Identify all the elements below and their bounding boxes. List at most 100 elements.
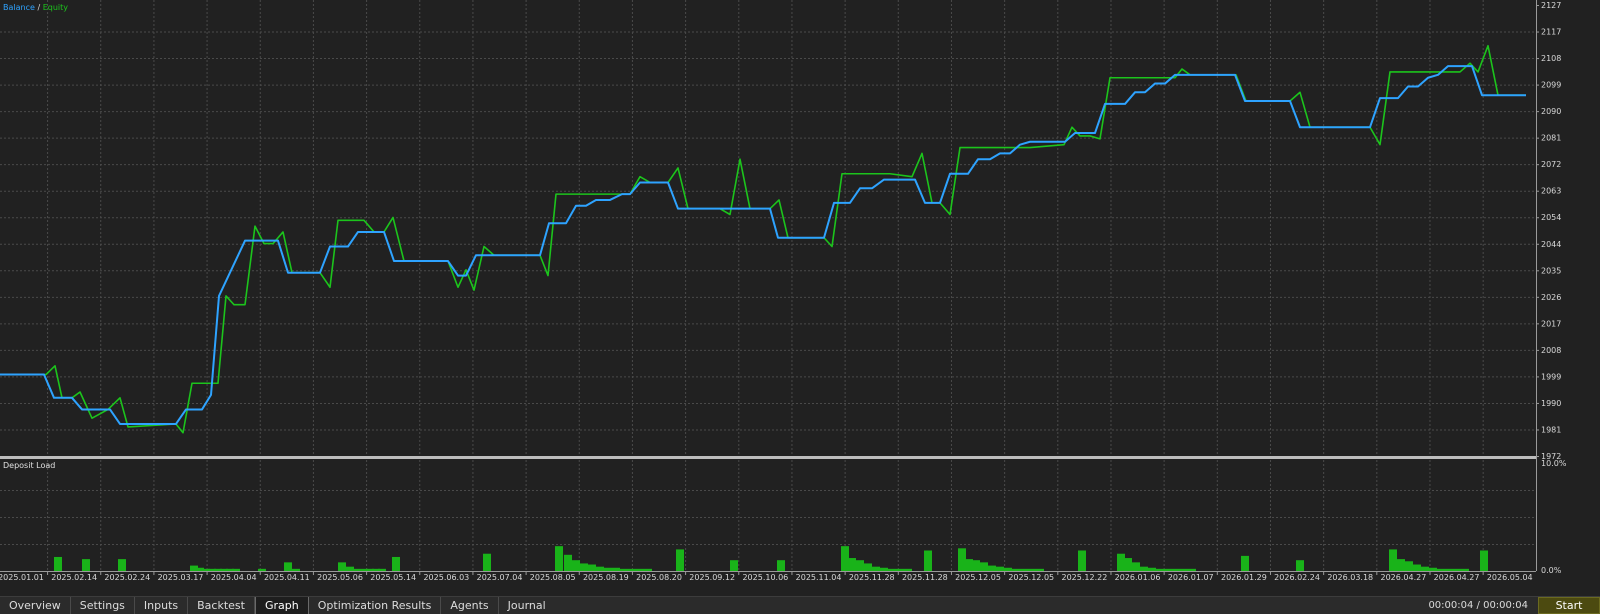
y-tick-label: 2127 (1541, 1, 1561, 10)
deposit-load-bar (1124, 558, 1132, 571)
y-tick-label: 2108 (1541, 54, 1561, 63)
x-axis: 2025.01.01 2025.02.14 2025.02.24 2025.03.17… (0, 571, 1533, 582)
deposit-load-bar (996, 566, 1004, 571)
deposit-load-bar (118, 559, 126, 571)
x-tick-label: 2025.06.03 (423, 573, 469, 582)
tab-settings[interactable]: Settings (71, 597, 135, 614)
x-tick-label: 2025.11.28 (849, 573, 895, 582)
x-tick-label: 2025.04.11 (264, 573, 310, 582)
x-tick-label: 2026.05.04 (1487, 573, 1533, 582)
deposit-load-bar (644, 568, 652, 571)
y-tick-label: 2035 (1541, 266, 1561, 275)
x-tick-label: 2025.10.06 (742, 573, 788, 582)
tab-inputs[interactable]: Inputs (135, 597, 189, 614)
deposit-load-bar (730, 560, 738, 571)
deposit-load-bottom-label: 0.0% (1541, 566, 1562, 575)
deposit-load-bar (1461, 568, 1469, 571)
deposit-load-bar (1140, 566, 1148, 571)
status-area: 00:00:04 / 00:00:04 Start (1418, 597, 1600, 614)
deposit-load-bar (676, 549, 684, 571)
deposit-load-bar (1117, 553, 1125, 571)
x-tick-label: 2025.02.24 (104, 573, 150, 582)
y-tick-label: 1990 (1541, 399, 1561, 408)
tab-overview[interactable]: Overview (0, 597, 71, 614)
y-tick-label: 2063 (1541, 187, 1561, 196)
deposit-load-bar (232, 568, 240, 571)
deposit-load-bar (1012, 568, 1020, 571)
deposit-load-bar (564, 554, 572, 571)
deposit-load-bar (555, 546, 563, 571)
y-tick-label: 2081 (1541, 134, 1561, 143)
tab-journal[interactable]: Journal (499, 597, 555, 614)
deposit-load-bar (1445, 568, 1453, 571)
deposit-load-bar (1296, 560, 1304, 571)
main-plot-background (0, 0, 1536, 456)
deposit-load-title: Deposit Load (3, 461, 55, 470)
x-tick-label: 2026.04.27 (1434, 573, 1480, 582)
deposit-load-bar (1132, 562, 1140, 571)
deposit-load-bar (1020, 568, 1028, 571)
deposit-load-bar (924, 550, 932, 571)
x-tick-label: 2026.03.18 (1327, 573, 1373, 582)
tab-agents[interactable]: Agents (441, 597, 499, 614)
deposit-load-bar (572, 560, 580, 571)
deposit-load-bar (338, 562, 346, 571)
deposit-load-bar (980, 562, 988, 571)
tester-tab-bar: Overview Settings Inputs Backtest Graph … (0, 596, 1600, 614)
deposit-load-bar (620, 568, 628, 571)
deposit-load-bar (904, 568, 912, 571)
deposit-load-bar (864, 563, 872, 571)
x-tick-label: 2025.12.05 (1008, 573, 1054, 582)
deposit-load-bar (1036, 568, 1044, 571)
tab-graph[interactable]: Graph (254, 597, 309, 614)
deposit-load-bar (1397, 559, 1405, 571)
y-tick-label: 2044 (1541, 240, 1561, 249)
deposit-load-bar (958, 548, 966, 571)
legend: Balance / Equity (3, 3, 68, 12)
x-tick-label: 2025.08.20 (636, 573, 682, 582)
y-tick-label: 1999 (1541, 372, 1561, 381)
start-button[interactable]: Start (1538, 597, 1600, 614)
deposit-load-bar (612, 567, 620, 571)
x-tick-label: 2025.07.04 (477, 573, 523, 582)
y-tick-label: 2008 (1541, 346, 1561, 355)
deposit-load-bar (965, 559, 973, 571)
y-tick-label: 2090 (1541, 107, 1561, 116)
x-tick-label: 2025.12.05 (955, 573, 1001, 582)
deposit-load-bar (258, 568, 266, 571)
deposit-load-bar (352, 568, 360, 571)
x-tick-label: 2025.09.12 (689, 573, 735, 582)
deposit-load-bar (82, 559, 90, 571)
x-tick-label: 2025.01.01 (0, 573, 44, 582)
deposit-load-background (0, 459, 1536, 571)
deposit-load-bar (1389, 549, 1397, 571)
deposit-load-bar (483, 553, 491, 571)
deposit-load-top-label: 10.0% (1541, 459, 1567, 468)
deposit-load-bar (580, 563, 588, 571)
y-tick-label: 2054 (1541, 213, 1561, 222)
x-tick-label: 2025.03.17 (158, 573, 204, 582)
deposit-load-bar (1156, 568, 1164, 571)
x-tick-label: 2026.04.27 (1381, 573, 1427, 582)
deposit-load-bar (888, 568, 896, 571)
deposit-load-bar (1164, 568, 1172, 571)
legend-separator: / (35, 3, 43, 12)
tab-optimization-results[interactable]: Optimization Results (309, 597, 442, 614)
deposit-load-bar (1413, 564, 1421, 571)
x-tick-label: 2026.01.07 (1168, 573, 1214, 582)
x-tick-label: 2025.08.05 (530, 573, 576, 582)
deposit-load-bar (777, 560, 785, 571)
deposit-load-bar (1421, 566, 1429, 571)
legend-balance: Balance (3, 3, 35, 12)
x-tick-label: 2025.12.22 (1061, 573, 1107, 582)
deposit-load-bar (880, 567, 888, 571)
x-tick-label: 2025.05.06 (317, 573, 363, 582)
tab-backtest[interactable]: Backtest (188, 597, 255, 614)
deposit-load-bar (596, 566, 604, 571)
x-tick-label: 2025.08.19 (583, 573, 629, 582)
deposit-load-bar (988, 565, 996, 571)
y-tick-label: 2099 (1541, 81, 1561, 90)
y-tick-label: 2117 (1541, 28, 1561, 37)
x-tick-label: 2025.11.28 (902, 573, 948, 582)
deposit-load-bar (1405, 561, 1413, 571)
